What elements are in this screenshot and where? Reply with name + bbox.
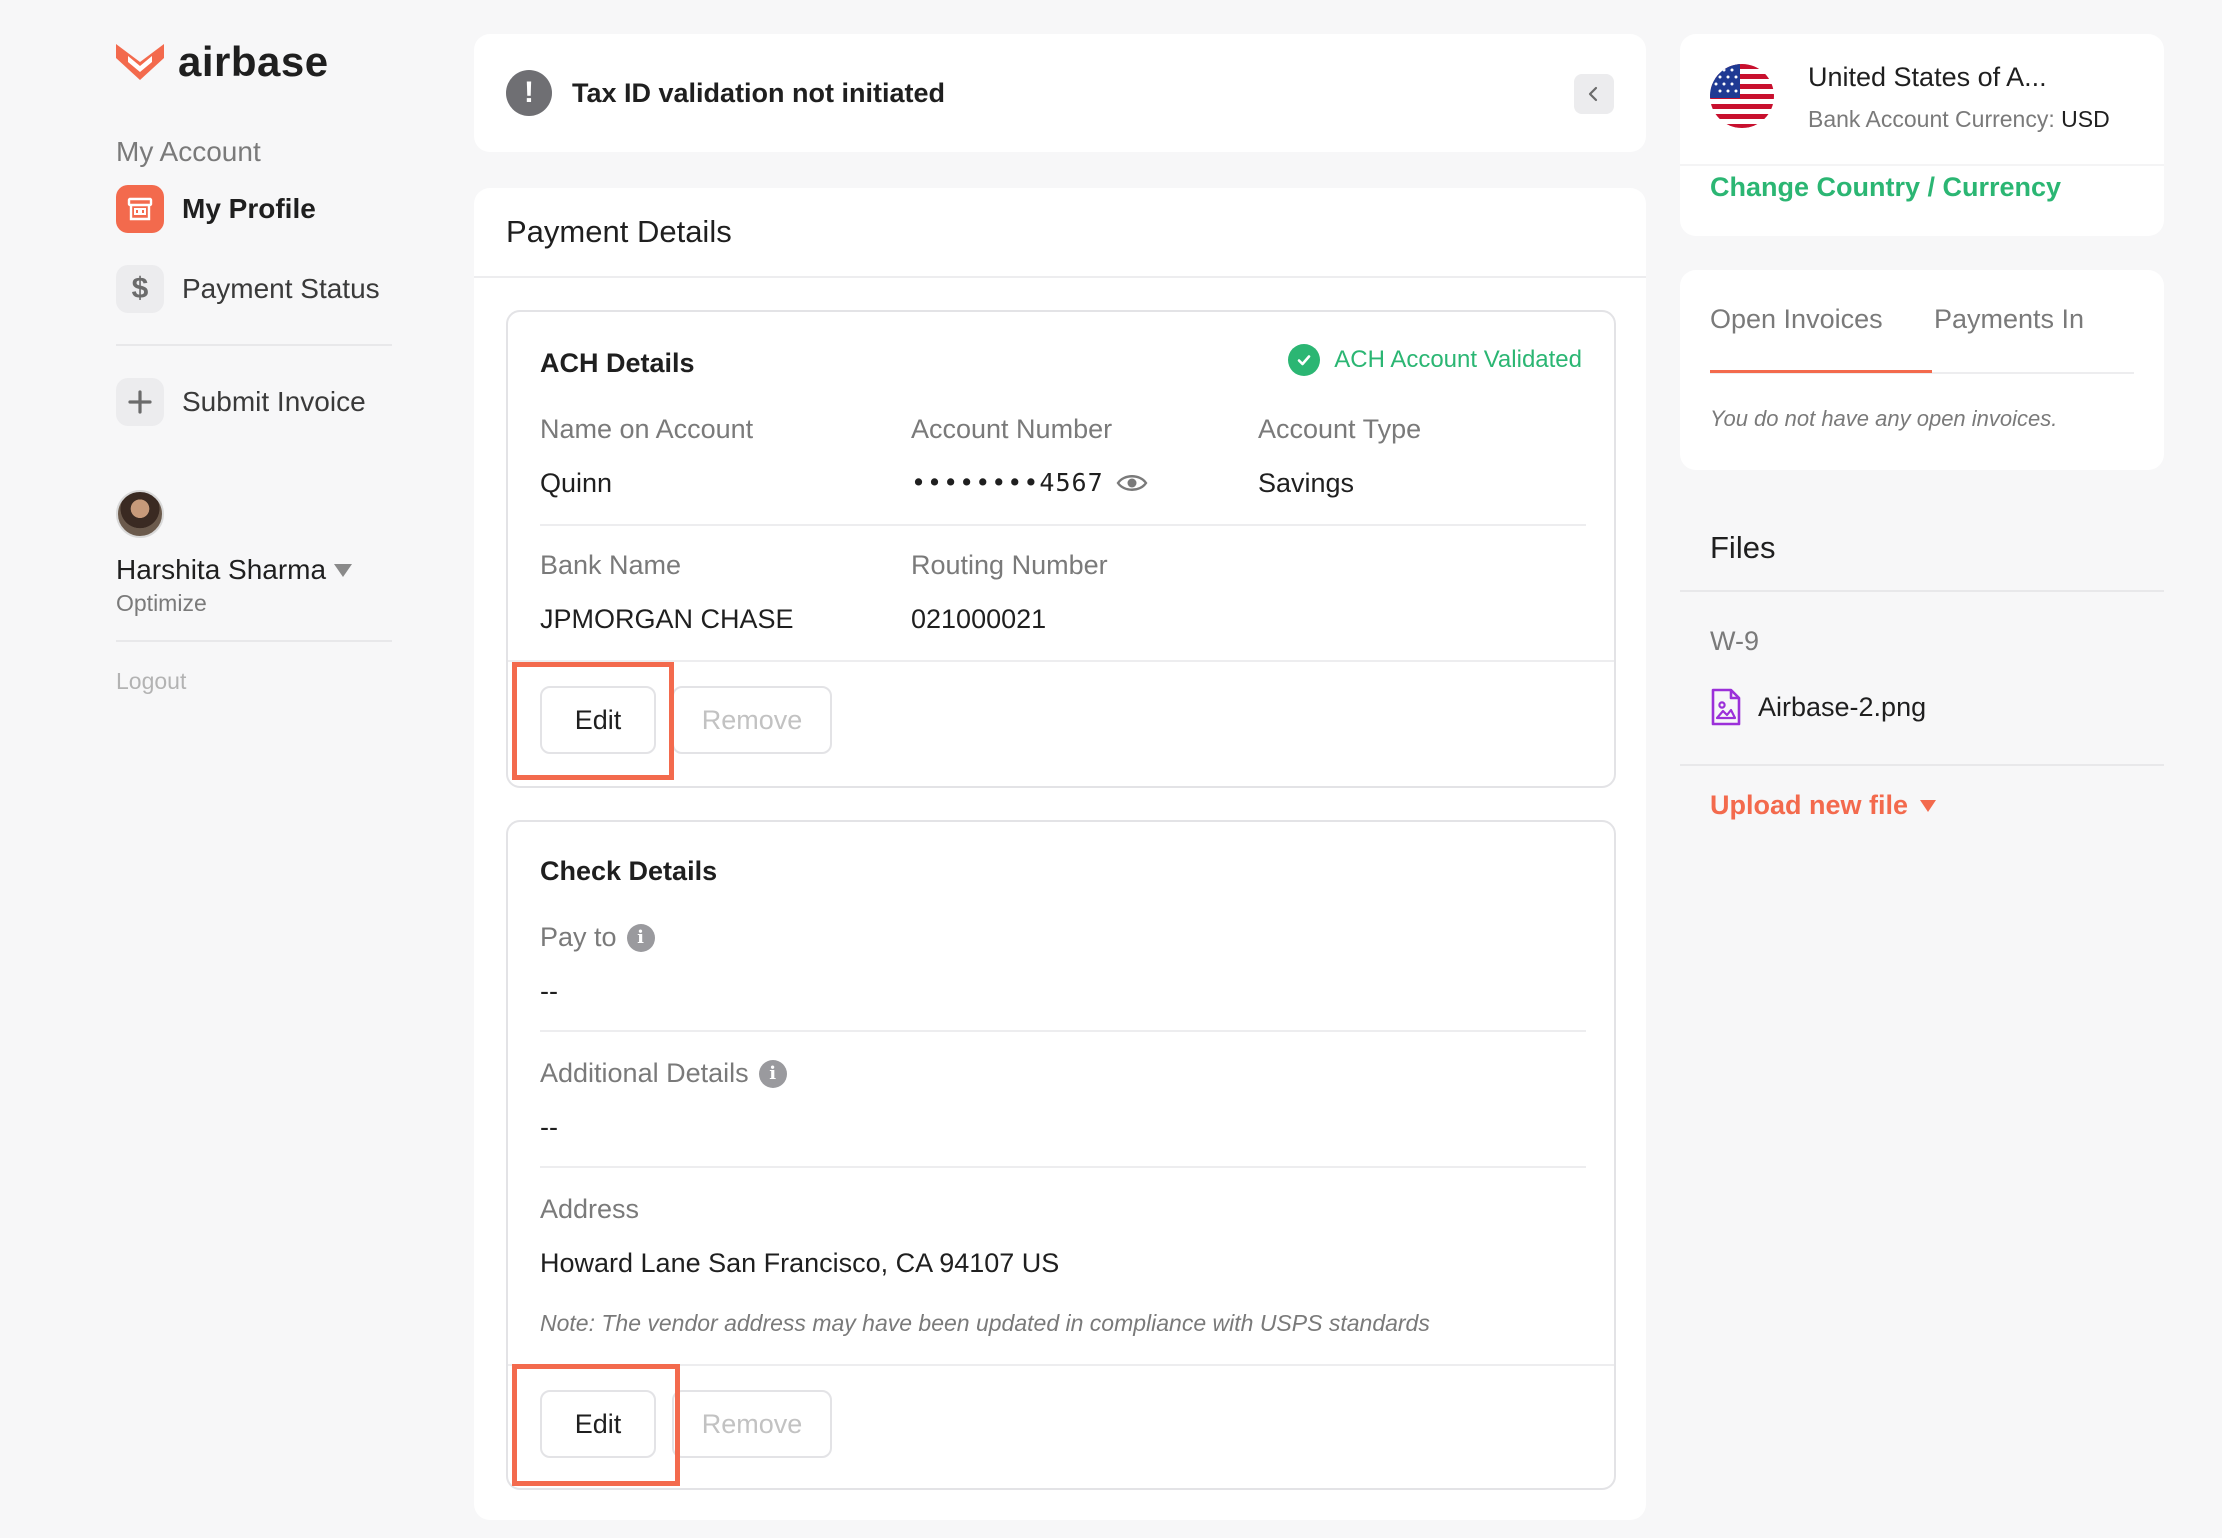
bank-currency: Bank Account Currency: USD <box>1808 106 2110 133</box>
dollar-icon: $ <box>116 265 164 313</box>
sidebar-item-submit-invoice[interactable]: Submit Invoice <box>116 378 366 426</box>
additional-details-value: -- <box>540 1112 558 1142</box>
divider <box>474 276 1646 278</box>
account-number-mask: •••••••• <box>911 468 1040 497</box>
ach-status-text: ACH Account Validated <box>1334 346 1582 373</box>
collapse-button[interactable] <box>1574 74 1614 114</box>
avatar[interactable] <box>116 490 164 538</box>
invoices-card: Open Invoices Payments In You do not hav… <box>1680 270 2164 470</box>
eye-icon[interactable] <box>1116 472 1148 494</box>
divider <box>1680 764 2164 766</box>
user-organization: Optimize <box>116 590 207 616</box>
additional-details-label-text: Additional Details <box>540 1058 749 1088</box>
exclamation-icon: ! <box>506 70 552 116</box>
sidebar-item-label: Payment Status <box>182 273 380 304</box>
sidebar-divider <box>116 640 392 642</box>
airbase-logo-icon <box>116 44 164 80</box>
divider <box>540 1030 1586 1032</box>
address-label: Address <box>540 1194 640 1224</box>
active-tab-indicator <box>1710 370 1932 373</box>
my-account-label: My Account <box>116 136 261 167</box>
airbase-logo[interactable]: airbase <box>114 36 329 88</box>
address-note: Note: The vendor address may have been u… <box>540 1310 1430 1336</box>
info-icon[interactable]: i <box>626 923 655 952</box>
name-on-account-label: Name on Account <box>540 414 754 444</box>
brand-name: airbase <box>178 38 329 85</box>
currency-value: USD <box>2061 106 2110 132</box>
sidebar-item-my-profile[interactable]: My Profile <box>116 185 316 233</box>
account-type-label: Account Type <box>1258 414 1422 444</box>
file-item[interactable]: Airbase-2.png <box>1710 688 1926 726</box>
tab-payments-in[interactable]: Payments In <box>1934 304 2084 335</box>
file-category-w9: W-9 <box>1710 626 1760 656</box>
additional-details-label: Additional Details i <box>540 1058 787 1089</box>
image-file-icon <box>1711 688 1741 726</box>
ach-remove-button[interactable]: Remove <box>672 686 832 754</box>
storefront-icon <box>116 185 164 233</box>
divider <box>540 524 1586 526</box>
sidebar-divider <box>116 344 392 346</box>
account-number-label: Account Number <box>911 414 1113 444</box>
sidebar-item-payment-status[interactable]: $ Payment Status <box>116 265 380 313</box>
country-name: United States of A... <box>1808 62 2047 92</box>
files-title: Files <box>1710 530 1776 565</box>
routing-number-value: 021000021 <box>911 604 1047 634</box>
edit-highlight-box <box>512 1364 680 1486</box>
chevron-left-icon <box>1588 86 1598 102</box>
edit-highlight-box <box>512 662 674 780</box>
sidebar-item-label: Submit Invoice <box>182 386 366 417</box>
sidebar-item-label: My Profile <box>182 193 316 224</box>
pay-to-label-text: Pay to <box>540 922 617 952</box>
name-on-account-value: Quinn <box>540 468 613 498</box>
change-country-currency-link[interactable]: Change Country / Currency <box>1710 172 2061 203</box>
us-flag-icon <box>1710 64 1774 128</box>
routing-number-label: Routing Number <box>911 550 1108 580</box>
divider <box>540 1166 1586 1168</box>
account-type-value: Savings <box>1258 468 1355 498</box>
pay-to-label: Pay to i <box>540 922 655 953</box>
bank-name-label: Bank Name <box>540 550 682 580</box>
logout-link[interactable]: Logout <box>116 668 186 695</box>
check-remove-button[interactable]: Remove <box>672 1390 832 1458</box>
caret-down-icon <box>1920 799 1937 812</box>
pay-to-value: -- <box>540 976 558 1006</box>
banner-text: Tax ID validation not initiated <box>572 77 946 108</box>
ach-validated-badge: ACH Account Validated <box>1288 344 1582 376</box>
address-value: Howard Lane San Francisco, CA 94107 US <box>540 1248 1060 1278</box>
check-circle-icon <box>1288 344 1321 376</box>
sidebar: airbase My Account My Profile $ Payment … <box>0 0 420 1538</box>
file-name: Airbase-2.png <box>1758 691 1927 722</box>
account-number-last4: 4567 <box>1039 468 1104 497</box>
payment-details-card: Payment Details ACH Details ACH Account … <box>474 188 1646 1520</box>
divider <box>1680 590 2164 592</box>
tax-validation-banner: ! Tax ID validation not initiated <box>474 34 1646 152</box>
caret-down-icon <box>334 563 353 577</box>
country-currency-card: United States of A... Bank Account Curre… <box>1680 34 2164 236</box>
check-details-card: Check Details Pay to i -- Additional Det… <box>506 820 1616 1490</box>
ach-details-card: ACH Details ACH Account Validated Name o… <box>506 310 1616 788</box>
user-menu[interactable]: Harshita Sharma <box>116 554 353 586</box>
bank-name-value: JPMORGAN CHASE <box>540 604 794 634</box>
tab-open-invoices[interactable]: Open Invoices <box>1710 304 1883 335</box>
currency-label: Bank Account Currency: <box>1808 106 2055 132</box>
account-number-value: •••••••• 4567 <box>911 468 1148 497</box>
ach-details-title: ACH Details <box>540 348 695 378</box>
plus-icon <box>116 378 164 426</box>
info-icon[interactable]: i <box>758 1059 787 1088</box>
upload-new-file-button[interactable]: Upload new file <box>1710 790 1937 821</box>
divider <box>1680 164 2164 166</box>
payment-details-title: Payment Details <box>506 214 732 249</box>
empty-invoices-message: You do not have any open invoices. <box>1710 406 2058 431</box>
check-details-title: Check Details <box>540 856 718 886</box>
upload-label: Upload new file <box>1710 790 1909 820</box>
user-name: Harshita Sharma <box>116 554 327 585</box>
